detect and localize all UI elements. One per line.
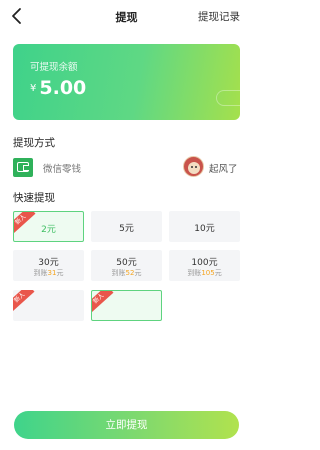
account-nickname: 起风了: [209, 164, 238, 175]
card-decoration: [216, 90, 240, 106]
wechat-wallet-icon[interactable]: [13, 158, 33, 177]
new-user-badge: 新人: [92, 291, 114, 313]
nav-bar: 提现 提现记录: [0, 0, 253, 34]
amount-option-new-2[interactable]: 新人: [91, 290, 162, 321]
balance-card: 可提现余额 ¥5.00: [13, 44, 240, 120]
withdraw-method-row[interactable]: 微信零钱 起风了: [13, 156, 241, 178]
option-amount: 2元: [41, 225, 56, 235]
option-amount: 5元: [119, 224, 134, 234]
option-amount: 100元: [191, 258, 218, 268]
method-section-title: 提现方式: [13, 137, 55, 149]
balance-amount: 5.00: [39, 77, 87, 99]
amount-option-30[interactable]: 30元 到账31元: [13, 250, 84, 281]
method-label[interactable]: 微信零钱: [43, 161, 81, 175]
currency-symbol: ¥: [30, 83, 37, 94]
arrive-amount: 到账52元: [111, 269, 142, 277]
amount-options-grid: 新人 2元 5元 10元 30元 到账31元 50元 到账52元 100元 到账…: [13, 211, 241, 323]
avatar: [183, 156, 204, 177]
withdraw-now-button[interactable]: 立即提现: [14, 411, 239, 439]
amount-option-50[interactable]: 50元 到账52元: [91, 250, 162, 281]
arrive-amount: 到账105元: [187, 269, 222, 277]
balance-label: 可提现余额: [30, 62, 78, 73]
option-amount: 50元: [116, 258, 137, 268]
new-user-badge: 新人: [13, 290, 35, 312]
option-amount: 10元: [194, 224, 215, 234]
arrive-amount: 到账31元: [33, 269, 64, 277]
amount-option-new-1[interactable]: 新人: [13, 290, 84, 321]
amount-option-2[interactable]: 新人 2元: [13, 211, 84, 242]
amount-option-10[interactable]: 10元: [169, 211, 240, 242]
bonus-value: 105: [201, 269, 215, 277]
amount-option-100[interactable]: 100元 到账105元: [169, 250, 240, 281]
amount-option-5[interactable]: 5元: [91, 211, 162, 242]
quick-section-title: 快速提现: [13, 192, 55, 204]
balance-amount-row: ¥5.00: [30, 77, 86, 99]
withdraw-record-link[interactable]: 提现记录: [198, 9, 240, 24]
option-amount: 30元: [38, 258, 59, 268]
